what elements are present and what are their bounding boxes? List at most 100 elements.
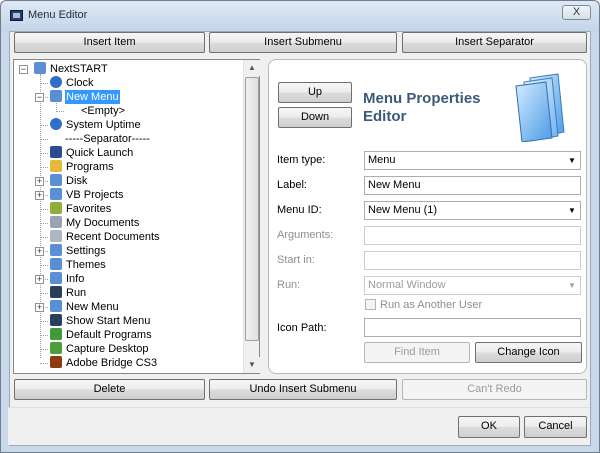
tree-item-label: Info [66,273,85,285]
tree-item[interactable]: Programs [50,160,115,174]
menu-id-value: New Menu (1) [368,204,438,216]
tree-item[interactable]: NextSTART [34,62,109,76]
tree-item-label: Favorites [66,203,112,215]
tree-item[interactable]: Adobe Bridge CS3 [50,356,158,370]
tree-item-label: Clock [66,77,94,89]
expand-icon[interactable]: + [35,177,44,186]
tree-item[interactable]: <Empty> [66,104,126,118]
start-in-label: Start in: [277,254,315,266]
tree-item-label: Adobe Bridge CS3 [66,357,158,369]
star-icon [50,202,62,214]
monitor-icon [50,146,62,158]
tree-item[interactable]: New Menu [50,300,120,314]
folder-icon [50,90,62,102]
insert-separator-button[interactable]: Insert Separator [402,32,587,53]
tree-item-label: Default Programs [66,329,152,341]
tree-item[interactable]: Default Programs [50,328,153,342]
tree-item-label: <Empty> [81,105,126,117]
tree-item[interactable]: Disk [50,174,88,188]
tree-item[interactable]: New Menu [50,90,120,104]
globe-icon [50,118,62,130]
undo-button[interactable]: Undo Insert Submenu [209,379,397,400]
item-type-value: Menu [368,154,396,166]
redo-button[interactable]: Can't Redo [402,379,587,400]
documents-stack-icon [515,73,565,142]
tree-item[interactable]: Settings [50,244,107,258]
chevron-down-icon: ▼ [568,281,576,290]
tree-item[interactable]: Favorites [50,202,112,216]
globe-icon [50,76,62,88]
tree-item[interactable]: Info [50,272,85,286]
folder-icon [50,258,62,270]
tree-item[interactable]: Run [50,286,87,300]
checkbox-box[interactable] [365,299,376,310]
tree-item-label: Settings [66,245,106,257]
default-programs-icon [50,328,62,340]
tree-item[interactable]: Capture Desktop [50,342,150,356]
tree-item-label: NextSTART [50,63,108,75]
icon-path-input[interactable] [364,318,581,337]
title-bar[interactable]: Menu Editor X [1,1,599,31]
tree-item[interactable]: Themes [50,258,107,272]
find-item-button[interactable]: Find Item [364,342,470,363]
tree-item[interactable]: Quick Launch [50,146,134,160]
tree-scrollbar[interactable]: ▲ ▼ [243,60,260,373]
scroll-down-arrow-icon[interactable]: ▼ [244,357,260,373]
tree-item[interactable]: Recent Documents [50,230,161,244]
tree-item[interactable]: My Documents [50,216,140,230]
folder-icon [50,174,62,186]
tree-item-label: Disk [66,175,88,187]
documents-icon [50,216,62,228]
tree-item-label: Quick Launch [66,147,134,159]
ok-button[interactable]: OK [458,416,520,438]
close-button[interactable]: X [562,5,591,20]
expand-icon[interactable]: + [35,275,44,284]
tree-item[interactable]: VB Projects [50,188,124,202]
run-select[interactable]: Normal Window ▼ [364,276,581,295]
folder-icon [50,244,62,256]
insert-submenu-button[interactable]: Insert Submenu [209,32,397,53]
run-as-other-user-checkbox[interactable]: Run as Another User [365,299,482,311]
adobe-bridge-icon [50,356,62,368]
scroll-up-arrow-icon[interactable]: ▲ [244,60,260,76]
tree-item[interactable]: System Uptime [50,118,142,132]
folder-open-icon [50,160,62,172]
tree-item-label: New Menu [66,301,119,313]
down-button[interactable]: Down [278,107,352,128]
item-type-select[interactable]: Menu ▼ [364,151,581,170]
scroll-thumb[interactable] [245,77,259,341]
tree-item[interactable]: -----Separator----- [50,132,151,146]
tree-item-label: Capture Desktop [66,343,149,355]
tree-item[interactable]: Clock [50,76,95,90]
label-label: Label: [277,179,307,191]
up-button[interactable]: Up [278,82,352,103]
delete-button[interactable]: Delete [14,379,205,400]
icon-path-label: Icon Path: [277,322,327,334]
tree-item-label: My Documents [66,217,140,229]
tree-item-label: System Uptime [66,119,141,131]
change-icon-button[interactable]: Change Icon [475,342,582,363]
start-in-input[interactable] [364,251,581,270]
collapse-icon[interactable]: − [19,65,28,74]
tree-item-label: Recent Documents [66,231,160,243]
expand-icon[interactable]: + [35,303,44,312]
menu-tree[interactable]: − NextSTART Clock − New Menu <Empty> System Up… [13,59,260,374]
cancel-button[interactable]: Cancel [524,416,587,438]
arguments-input[interactable] [364,226,581,245]
label-input[interactable]: New Menu [364,176,581,195]
menu-id-select[interactable]: New Menu (1) ▼ [364,201,581,220]
app-icon [10,10,23,21]
tree-item-label: New Menu [65,90,120,104]
collapse-icon[interactable]: − [35,93,44,102]
capture-icon [50,342,62,354]
expand-icon[interactable]: + [35,247,44,256]
folder-icon [50,188,62,200]
start-menu-icon [50,314,62,326]
editor-heading: Menu Properties Editor [363,90,481,125]
tree-item[interactable]: Show Start Menu [50,314,151,328]
expand-icon[interactable]: + [35,191,44,200]
tree-item-label: Show Start Menu [66,315,151,327]
insert-item-button[interactable]: Insert Item [14,32,205,53]
run-label: Run: [277,279,301,291]
tree-item-label: Run [66,287,87,299]
